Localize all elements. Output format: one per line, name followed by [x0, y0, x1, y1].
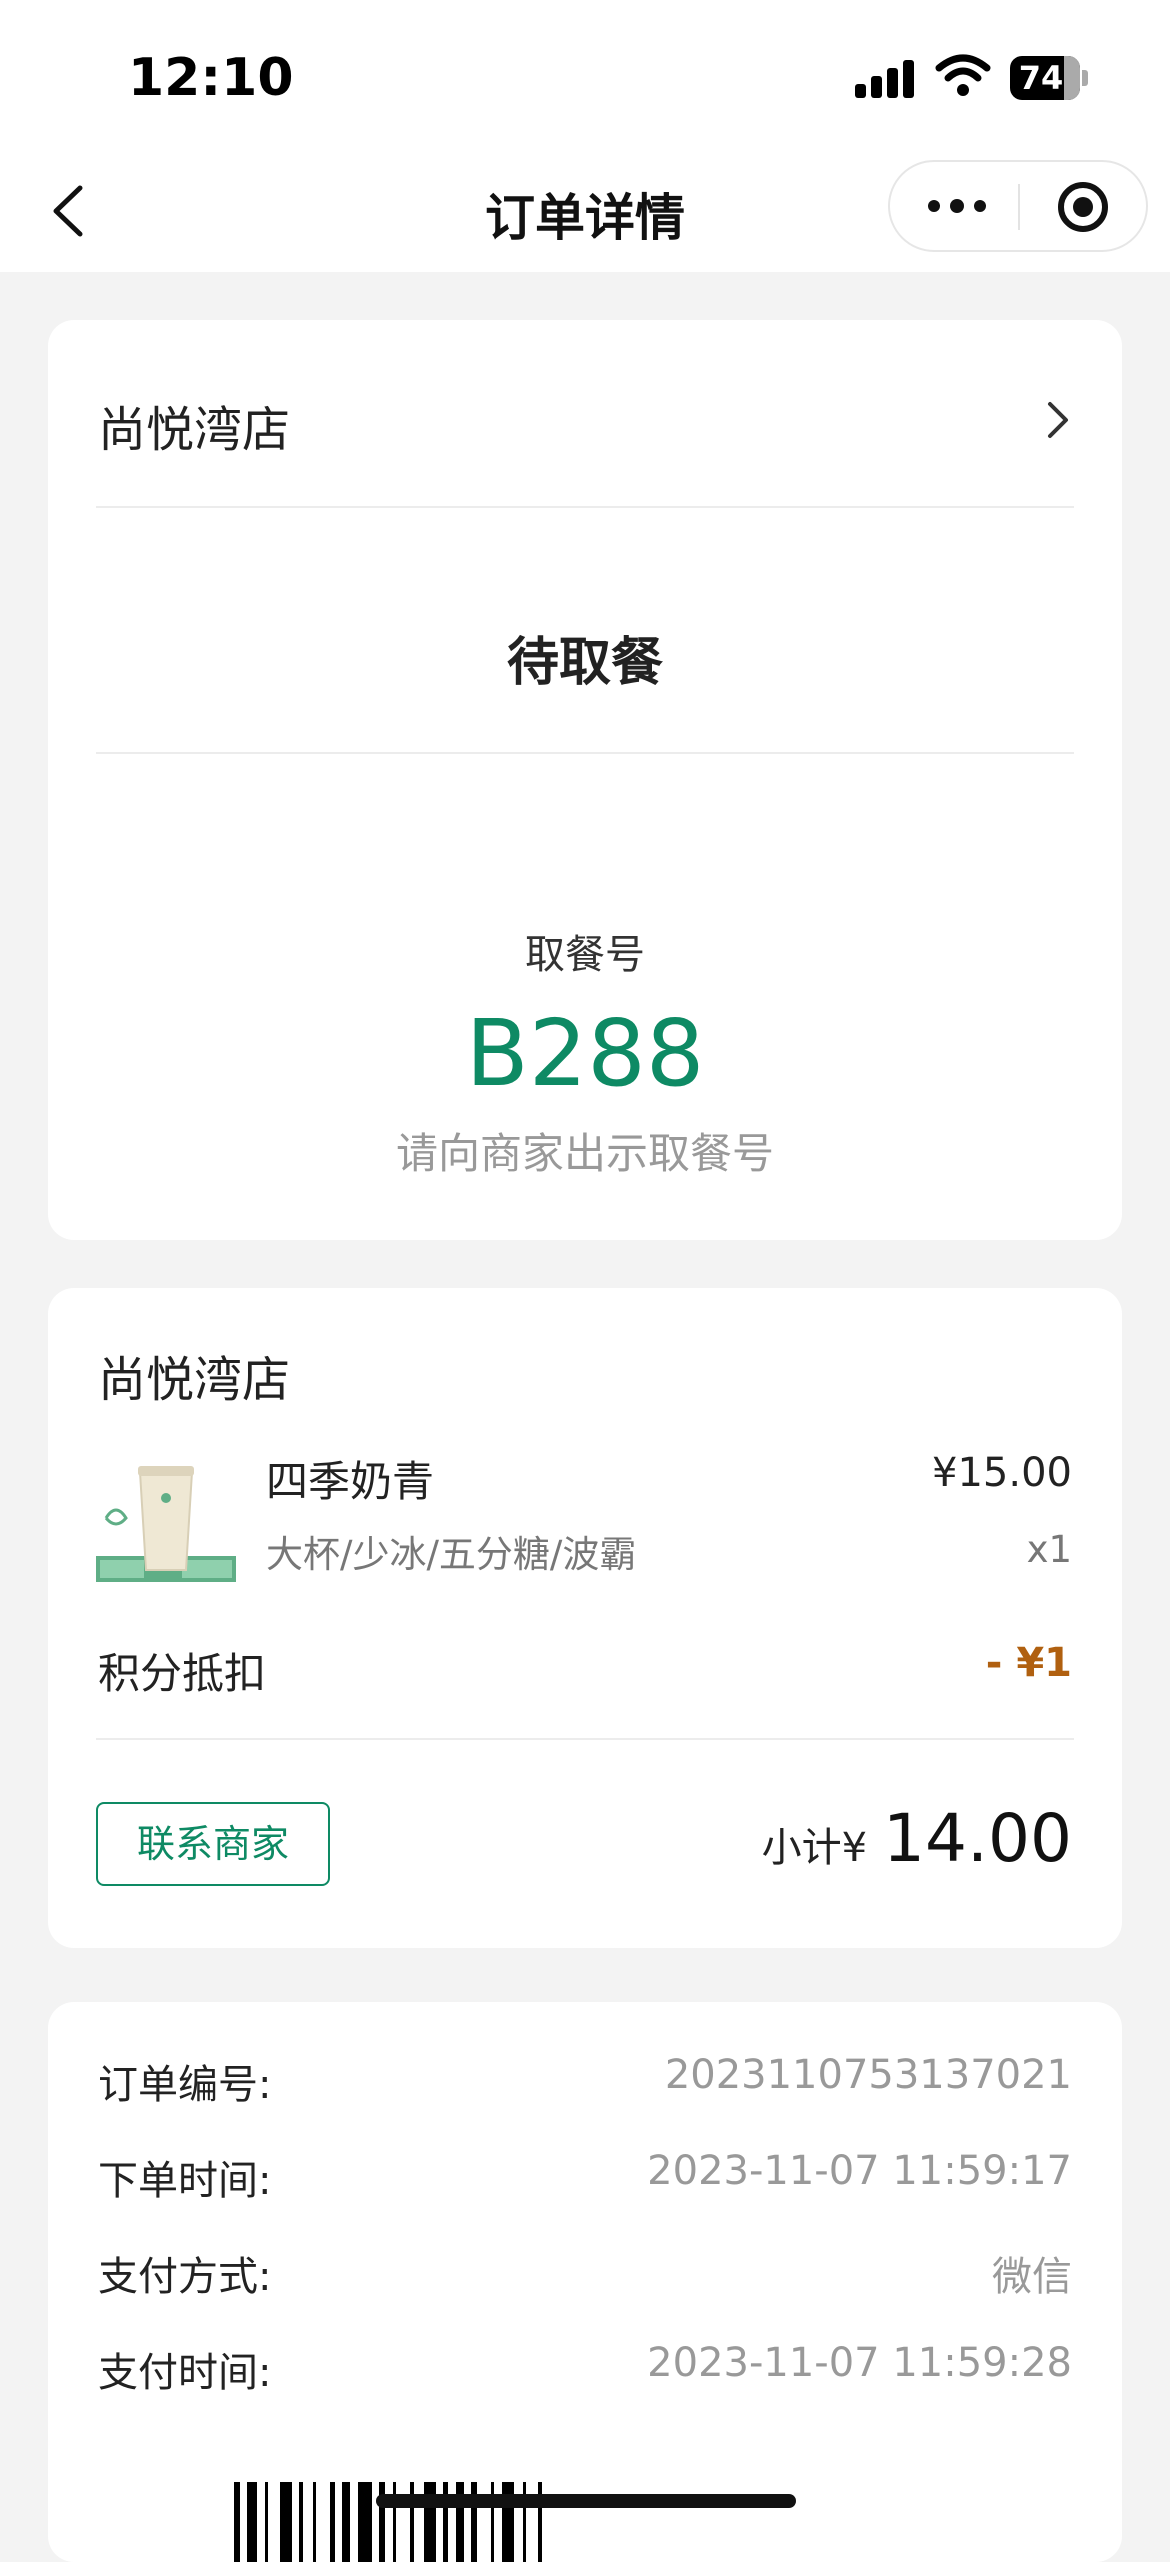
battery-level: 74	[1018, 59, 1064, 97]
items-store-name: 尚悦湾店	[98, 1352, 291, 1408]
pickup-hint: 请向商家出示取餐号	[395, 1129, 774, 1178]
order-items-card: 尚悦湾店 四季奶青 大杯/少冰/五分糖/波霸 ¥15.00 x1 积分抵扣 - …	[48, 1288, 1122, 1948]
chevron-right-icon[interactable]	[1042, 398, 1072, 442]
info-value: 2023110753137021	[664, 2052, 1072, 2098]
divider	[96, 1738, 1074, 1740]
product-quantity: x1	[1026, 1528, 1072, 1571]
info-key: 订单编号:	[98, 2062, 272, 2108]
info-key: 下单时间:	[98, 2158, 272, 2204]
info-row-order-number: 订单编号: 2023110753137021	[98, 2052, 1072, 2112]
points-deduction-label: 积分抵扣	[98, 1649, 267, 1698]
wifi-icon	[935, 54, 991, 96]
pickup-number: B288	[465, 1000, 705, 1107]
order-info-card: 订单编号: 2023110753137021 下单时间: 2023-11-07 …	[48, 2002, 1122, 2562]
store-name[interactable]: 尚悦湾店	[98, 390, 290, 460]
contact-merchant-button[interactable]: 联系商家	[96, 1802, 330, 1886]
status-bar: 12:10 74	[0, 0, 1170, 150]
product-spec: 大杯/少冰/五分糖/波霸	[266, 1533, 637, 1576]
info-row-payment-method: 支付方式: 微信	[98, 2244, 1072, 2304]
pickup-label: 取餐号	[525, 932, 645, 978]
subtotal: 小计 ¥ 14.00	[762, 1800, 1072, 1890]
subtotal-amount: 14.00	[883, 1800, 1072, 1877]
info-row-order-time: 下单时间: 2023-11-07 11:59:17	[98, 2148, 1072, 2208]
subtotal-currency: ¥	[841, 1825, 868, 1871]
divider	[96, 752, 1074, 754]
product-price: ¥15.00	[932, 1450, 1072, 1496]
order-status: 待取餐	[506, 633, 663, 693]
product-image	[96, 1458, 236, 1588]
info-key: 支付方式:	[98, 2254, 272, 2300]
battery-icon: 74	[1010, 56, 1080, 100]
close-mini-program-icon[interactable]	[1058, 182, 1108, 232]
nav-bar: 订单详情	[0, 150, 1170, 272]
mini-program-capsule	[888, 160, 1148, 252]
more-icon[interactable]	[928, 194, 988, 218]
signal-icon	[855, 60, 915, 98]
subtotal-label: 小计	[761, 1825, 842, 1871]
info-value: 2023-11-07 11:59:17	[647, 2148, 1072, 2194]
info-value: 2023-11-07 11:59:28	[647, 2340, 1072, 2386]
info-row-payment-time: 支付时间: 2023-11-07 11:59:28	[98, 2340, 1072, 2400]
product-name: 四季奶青	[266, 1457, 435, 1506]
info-key: 支付时间:	[98, 2350, 272, 2396]
info-value: 微信	[992, 2254, 1072, 2300]
capsule-divider	[1018, 184, 1020, 230]
divider	[96, 506, 1074, 508]
status-time: 12:10	[128, 48, 294, 108]
home-indicator	[376, 2494, 796, 2508]
order-status-card: 尚悦湾店 待取餐 取餐号 B288 请向商家出示取餐号	[48, 320, 1122, 1240]
points-deduction-value: - ¥1	[985, 1640, 1072, 1686]
